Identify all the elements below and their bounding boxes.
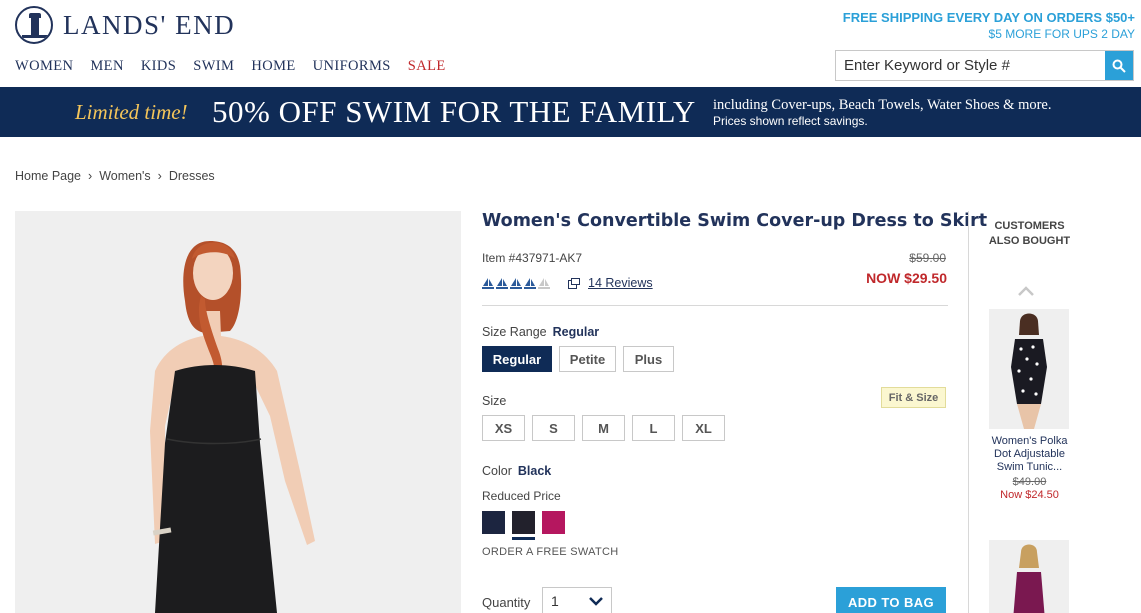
rail-sale-price: Now $24.50 [1000, 489, 1059, 501]
breadcrumb-dresses[interactable]: Dresses [169, 169, 215, 183]
add-to-bag-button[interactable]: ADD TO BAG [836, 587, 946, 613]
nav-sale[interactable]: SALE [408, 58, 446, 75]
quantity-label: Quantity [482, 595, 531, 610]
size-label: Size [482, 394, 507, 408]
breadcrumb-womens[interactable]: Women's [99, 169, 150, 183]
sailboat-rating-filled-icon [496, 278, 508, 289]
size-range-plus[interactable]: Plus [623, 346, 674, 372]
breadcrumb-home[interactable]: Home Page [15, 169, 81, 183]
fit-size-link[interactable]: Fit & Size [881, 387, 946, 408]
size-range-value: Regular [552, 325, 600, 339]
chevron-up-icon[interactable] [1018, 283, 1034, 301]
size-xl[interactable]: XL [682, 415, 725, 441]
sailboat-rating-filled-icon [510, 278, 522, 289]
sailboat-rating-filled-icon [482, 278, 494, 289]
search-icon [1112, 59, 1126, 73]
size-range-petite[interactable]: Petite [559, 346, 616, 372]
banner-sub-1: including Cover-ups, Beach Towels, Water… [713, 97, 1052, 113]
reduced-price-label: Reduced Price [482, 489, 561, 503]
banner-headline: 50% OFF SWIM FOR THE FAMILY [212, 94, 696, 129]
rail-divider [968, 211, 969, 613]
banner-limited: Limited time! [75, 100, 188, 124]
nav-home[interactable]: HOME [251, 58, 295, 75]
size-range-regular[interactable]: Regular [482, 346, 552, 372]
selected-swatch-indicator [512, 537, 535, 540]
nav-kids[interactable]: KIDS [141, 58, 176, 75]
item-number: Item #437971-AK7 [482, 251, 583, 265]
rail-original-price: $49.00 [1012, 476, 1047, 488]
promo-banner[interactable]: Limited time! 50% OFF SWIM FOR THE FAMIL… [0, 87, 1141, 137]
color-swatch-navy[interactable] [482, 511, 505, 534]
color-swatch-berry[interactable] [542, 511, 565, 534]
search-bar [835, 50, 1134, 81]
search-input[interactable] [836, 51, 1105, 80]
original-price: $59.00 [909, 251, 946, 265]
chevron-down-icon [589, 596, 603, 606]
rail-product-image[interactable] [989, 309, 1069, 429]
shipping-line-2: $5 MORE FOR UPS 2 DAY [988, 27, 1135, 41]
size-s[interactable]: S [532, 415, 575, 441]
logo[interactable]: LANDS' END [15, 6, 235, 44]
nav-men[interactable]: MEN [90, 58, 123, 75]
sailboat-rating-filled-icon [524, 278, 536, 289]
rating-stars[interactable] [482, 278, 550, 289]
external-link-icon [568, 277, 580, 289]
quantity-value: 1 [551, 593, 559, 609]
main-nav: WOMEN MEN KIDS SWIM HOME UNIFORMS SALE [15, 58, 463, 75]
breadcrumb: Home Page › Women's › Dresses [15, 169, 215, 183]
banner-sub-2: Prices shown reflect savings. [713, 114, 868, 128]
lighthouse-logo-icon [15, 6, 53, 44]
quantity-select[interactable]: 1 [542, 587, 612, 613]
sale-price: NOW $29.50 [866, 270, 947, 286]
divider [482, 305, 948, 306]
color-value: Black [517, 464, 552, 478]
nav-swim[interactable]: SWIM [193, 58, 234, 75]
shipping-line-1: FREE SHIPPING EVERY DAY ON ORDERS $50+ [842, 10, 1135, 25]
product-image[interactable] [15, 211, 461, 613]
rail-title: CUSTOMERS ALSO BOUGHT [988, 220, 1071, 247]
color-swatch-black[interactable] [512, 511, 535, 534]
sailboat-rating-empty-icon [538, 278, 550, 289]
logo-text: LANDS' END [63, 9, 236, 40]
search-button[interactable] [1105, 51, 1133, 80]
size-range-label: Size Range Regular [482, 325, 600, 339]
size-l[interactable]: L [632, 415, 675, 441]
shipping-promo[interactable]: FREE SHIPPING EVERY DAY ON ORDERS $50+ $… [843, 10, 1135, 41]
model-illustration [15, 211, 461, 613]
rail-product-image-2[interactable] [989, 540, 1069, 613]
rail-product-name[interactable]: Women's Polka Dot Adjustable Swim Tunic.… [987, 435, 1072, 474]
nav-uniforms[interactable]: UNIFORMS [313, 58, 391, 75]
color-label: Color Black [482, 464, 552, 478]
nav-women[interactable]: WOMEN [15, 58, 73, 75]
chevron-right-icon: › [88, 169, 93, 183]
size-m[interactable]: M [582, 415, 625, 441]
size-xs[interactable]: XS [482, 415, 525, 441]
chevron-right-icon: › [157, 169, 162, 183]
order-swatch-link[interactable]: ORDER A FREE SWATCH [482, 546, 619, 558]
reviews-count: 14 Reviews [588, 276, 653, 290]
product-title: Women's Convertible Swim Cover-up Dress … [482, 211, 988, 231]
reviews-link[interactable]: 14 Reviews [568, 276, 653, 290]
